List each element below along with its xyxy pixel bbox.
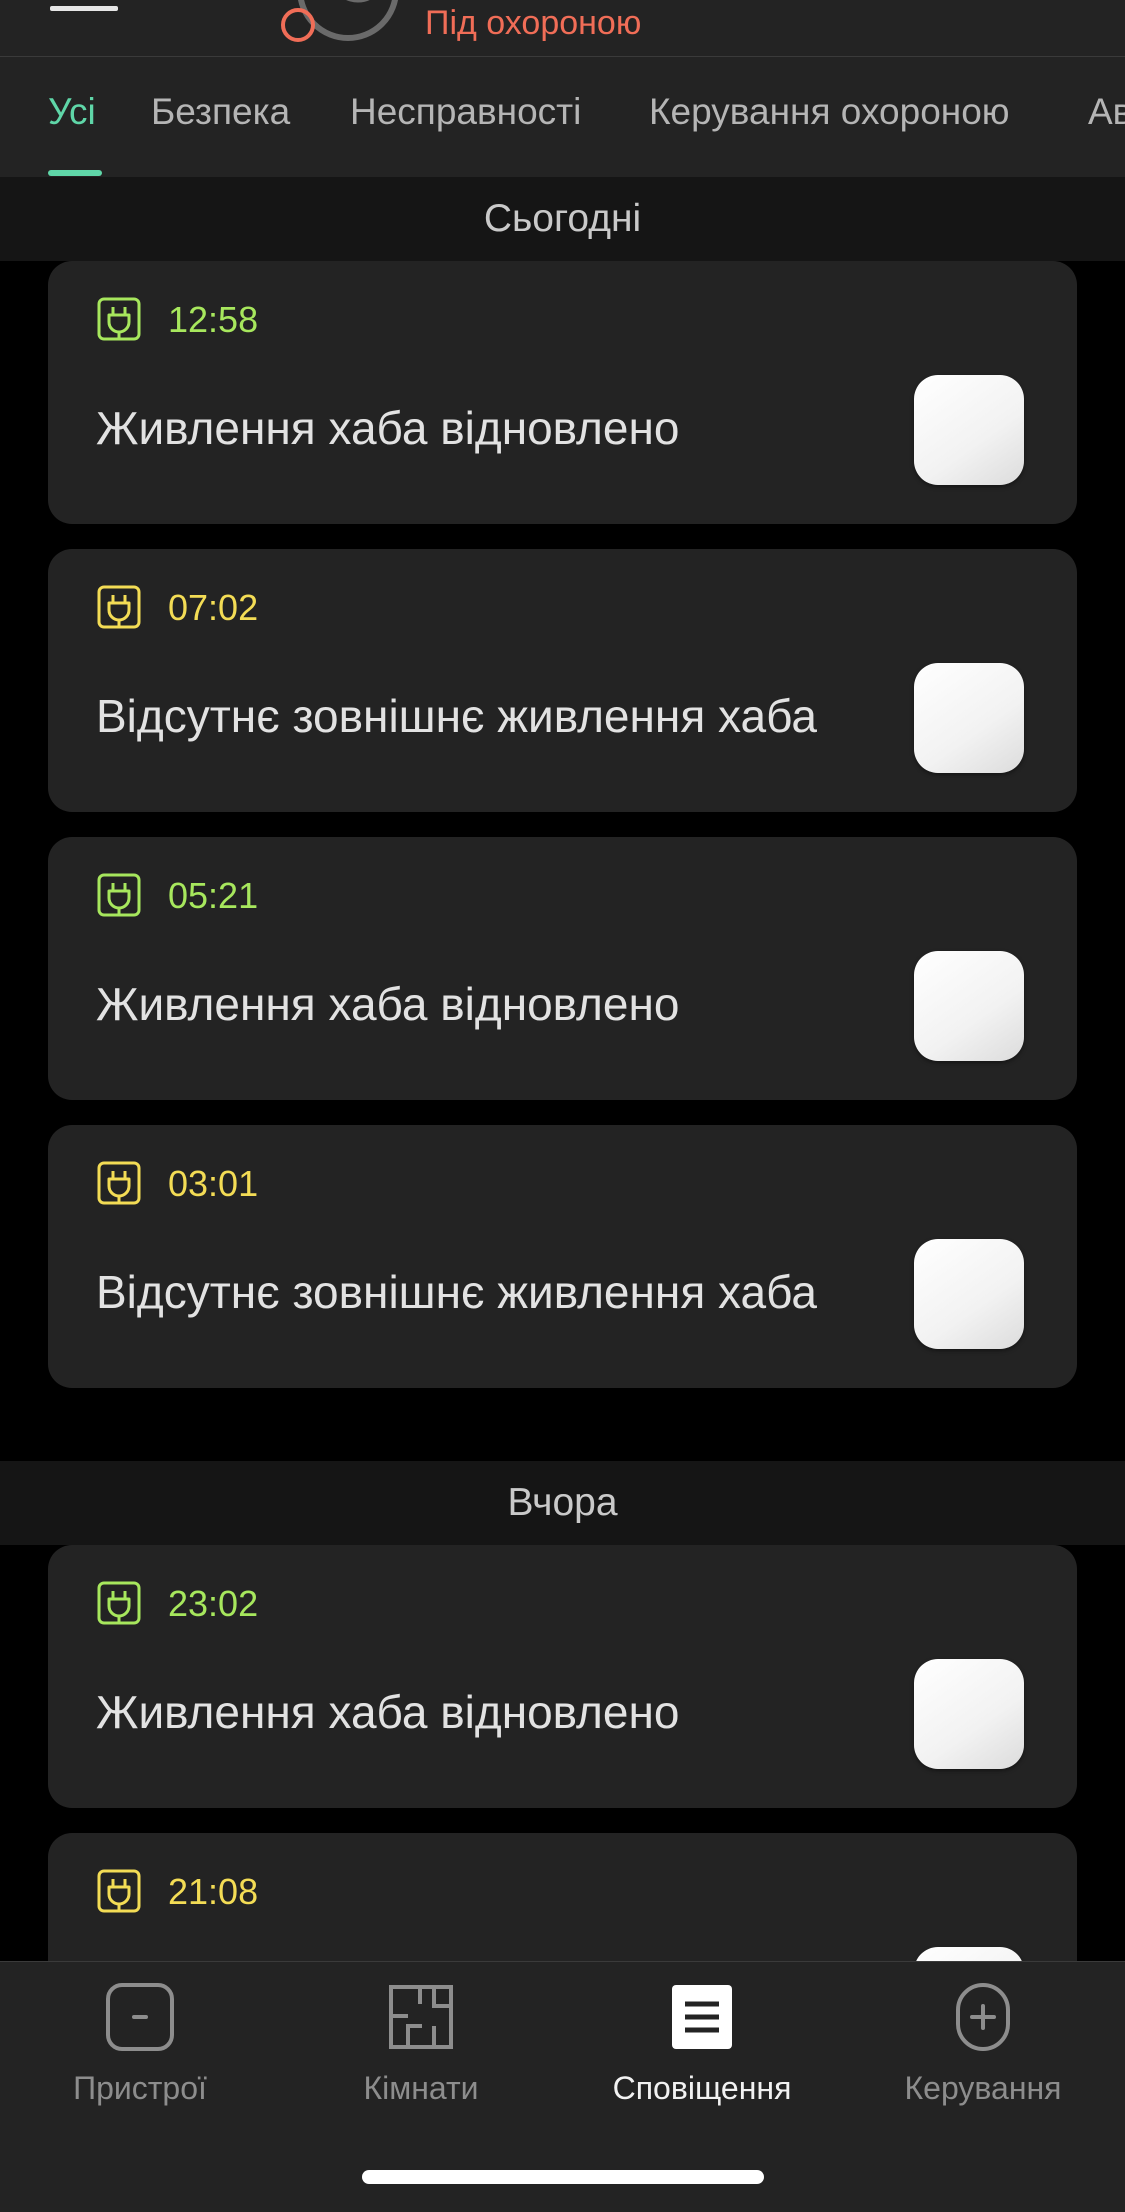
notifications-icon [672, 1985, 732, 2049]
nav-rooms[interactable]: Кімнати [281, 1982, 561, 2107]
top-header: Під охороною [0, 0, 1125, 57]
rooms-icon [389, 1985, 453, 2049]
hub-avatar-icon[interactable] [278, 0, 398, 50]
section-header-today: Сьогодні [0, 177, 1125, 261]
event-title: Живлення хаба відновлено [96, 402, 680, 454]
hub-device-image [914, 663, 1024, 773]
event-card[interactable]: 05:21 Живлення хаба відновлено [48, 837, 1077, 1100]
event-time: 03:01 [168, 1163, 259, 1204]
event-title: Живлення хаба відновлено [96, 1686, 680, 1738]
home-indicator[interactable] [362, 2170, 764, 2184]
power-plug-icon [97, 1869, 141, 1913]
nav-label: Кімнати [363, 2070, 479, 2106]
event-time: 05:21 [168, 875, 259, 916]
power-plug-icon [97, 297, 141, 341]
armed-status-label: Під охороною [425, 4, 642, 42]
nav-control[interactable]: Керування [843, 1982, 1123, 2107]
tab-all[interactable]: Усі [48, 91, 96, 133]
control-icon [956, 1983, 1010, 2051]
tab-security[interactable]: Безпека [151, 91, 290, 133]
hub-device-image [914, 375, 1024, 485]
section-header-yesterday: Вчора [0, 1461, 1125, 1545]
tab-malfunctions[interactable]: Несправності [350, 91, 581, 133]
event-card[interactable]: 12:58 Живлення хаба відновлено [48, 261, 1077, 524]
event-filter-tabs: Усі Безпека Несправності Керування охоро… [0, 57, 1125, 177]
event-title: Відсутнє зовнішнє живлення хаба [96, 690, 817, 742]
power-plug-icon [97, 585, 141, 629]
nav-label: Сповіщення [612, 2070, 792, 2106]
event-time: 07:02 [168, 587, 259, 628]
tab-arming-control[interactable]: Керування охороною [649, 91, 1010, 133]
event-time: 23:02 [168, 1583, 259, 1624]
nav-label: Керування [904, 2070, 1062, 2106]
tab-automation[interactable]: Ав [1088, 91, 1125, 133]
event-time: 21:08 [168, 1871, 259, 1912]
active-tab-indicator [48, 170, 102, 176]
hub-device-image [914, 1239, 1024, 1349]
power-plug-icon [97, 1161, 141, 1205]
event-title: Відсутнє зовнішнє живлення хаба [96, 1266, 817, 1318]
hub-device-image [914, 1659, 1024, 1769]
event-time: 12:58 [168, 299, 259, 340]
menu-icon[interactable] [50, 0, 118, 14]
hub-device-image [914, 951, 1024, 1061]
nav-label: Пристрої [73, 2070, 207, 2106]
event-card[interactable]: 07:02 Відсутнє зовнішнє живлення хаба [48, 549, 1077, 812]
power-plug-icon [97, 1581, 141, 1625]
nav-notifications[interactable]: Сповіщення [562, 1982, 842, 2107]
power-plug-icon [97, 873, 141, 917]
event-card[interactable]: 03:01 Відсутнє зовнішнє живлення хаба [48, 1125, 1077, 1388]
devices-icon [106, 1983, 174, 2051]
event-title: Живлення хаба відновлено [96, 978, 680, 1030]
nav-devices[interactable]: Пристрої [0, 1982, 280, 2107]
event-card[interactable]: 23:02 Живлення хаба відновлено [48, 1545, 1077, 1808]
